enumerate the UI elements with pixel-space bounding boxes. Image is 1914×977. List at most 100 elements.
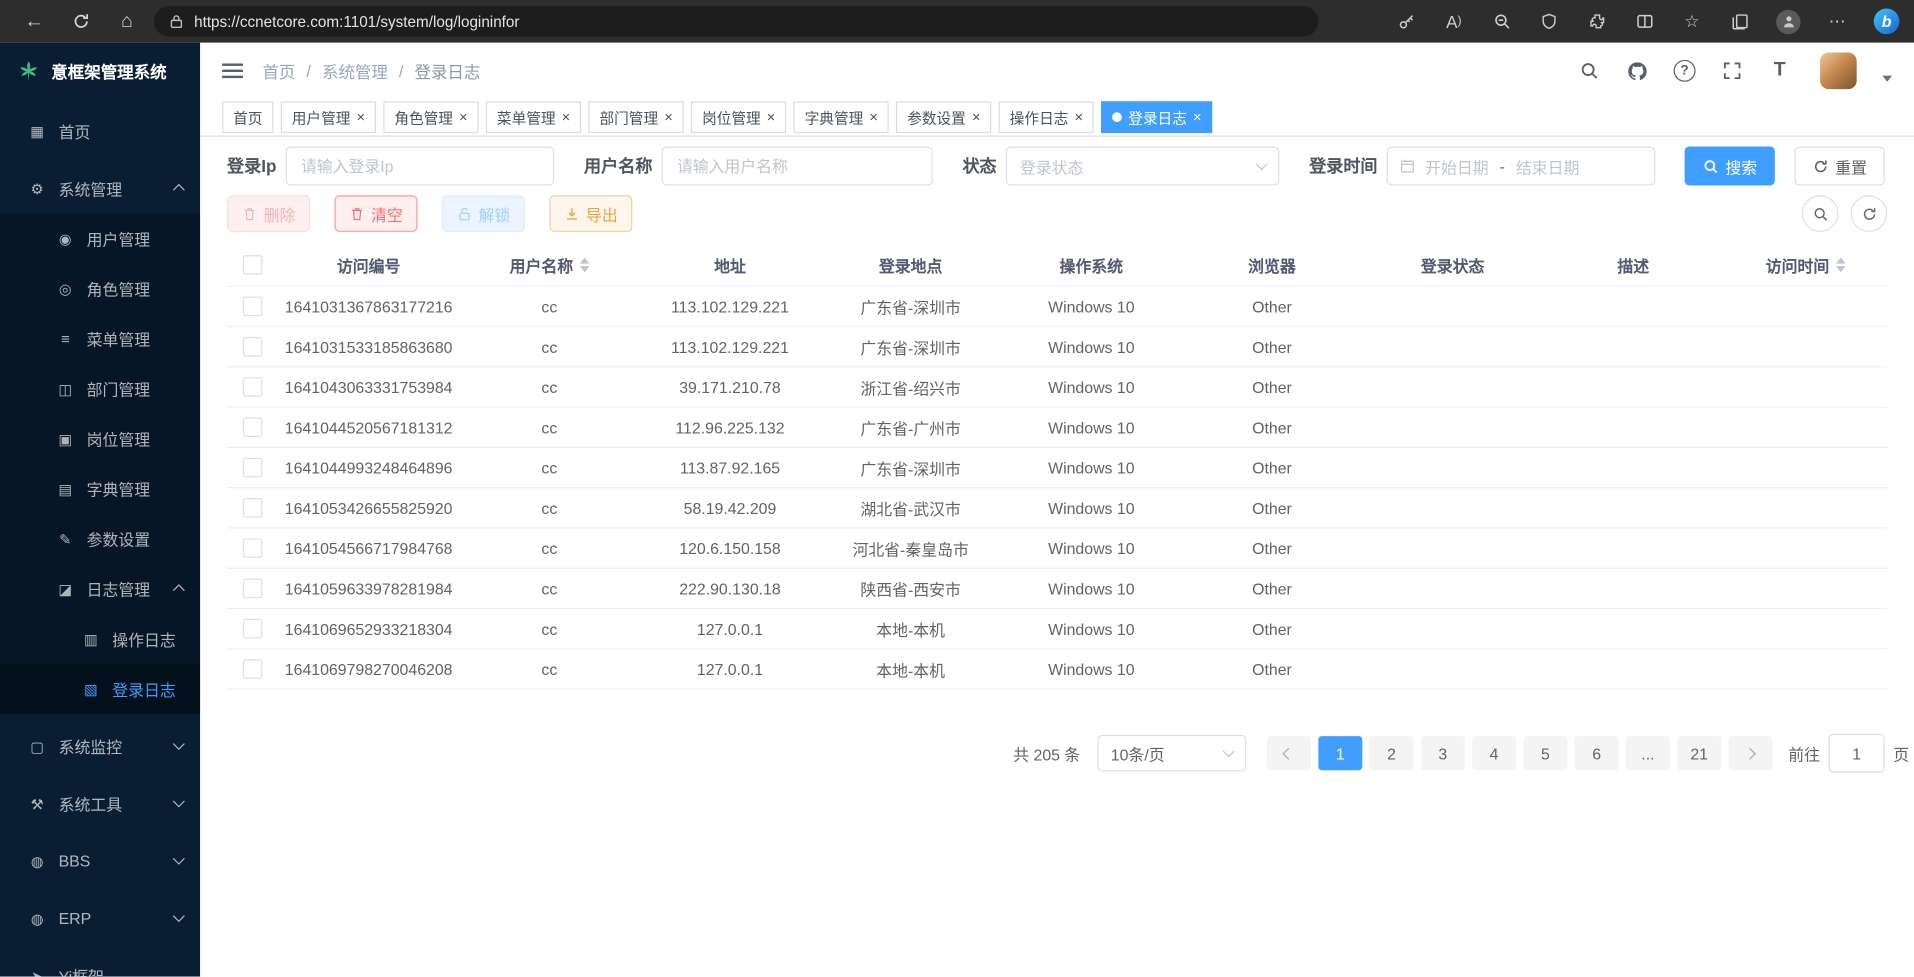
reset-button[interactable]: 重置 [1795,146,1885,185]
sidebar-item-Yi框架[interactable]: ➤Yi框架 [0,951,200,977]
sort-caret-icon[interactable] [579,258,589,273]
sidebar-item-角色管理[interactable]: ◎角色管理 [0,264,200,314]
unlock-button[interactable]: 解锁 [442,195,525,232]
column-header-user-name[interactable]: 用户名称 [459,253,640,276]
sidebar-item-字典管理[interactable]: ▤字典管理 [0,464,200,514]
github-icon[interactable] [1625,59,1649,83]
user-avatar[interactable] [1820,52,1857,89]
row-checkbox[interactable] [243,417,263,437]
browser-more-menu-icon[interactable]: ⋯ [1826,10,1848,32]
sidebar-item-ERP[interactable]: ◍ERP [0,894,200,944]
tab-close-icon[interactable]: × [356,110,365,125]
tab-close-icon[interactable]: × [869,110,878,125]
clear-button[interactable]: 清空 [334,195,417,232]
browser-profile-avatar[interactable] [1776,9,1800,33]
row-checkbox[interactable] [243,579,263,599]
page-button-3[interactable]: 3 [1421,736,1465,770]
sidebar-toggle-hamburger-icon[interactable] [222,63,243,78]
font-size-icon[interactable]: T [1768,59,1792,83]
tracking-shield-icon[interactable] [1538,10,1560,32]
status-select[interactable]: 登录状态 [1006,146,1279,185]
row-checkbox[interactable] [243,538,263,558]
delete-button[interactable]: 删除 [227,195,310,232]
goto-page-input[interactable] [1829,734,1885,773]
help-question-icon[interactable]: ? [1672,59,1696,83]
tab-角色管理[interactable]: 角色管理× [383,101,478,133]
username-input[interactable] [662,146,933,185]
sidebar-item-系统工具[interactable]: ⚒系统工具 [0,779,200,829]
split-screen-icon[interactable] [1633,10,1655,32]
next-page-button[interactable] [1728,736,1772,770]
tab-close-icon[interactable]: × [664,110,673,125]
more-pages-button[interactable]: ... [1626,736,1670,770]
sidebar-item-日志管理[interactable]: ◪日志管理 [0,564,200,614]
tab-close-icon[interactable]: × [972,110,981,125]
breadcrumb-home[interactable]: 首页 [262,59,295,83]
tab-close-icon[interactable]: × [1193,110,1202,125]
tab-岗位管理[interactable]: 岗位管理× [691,101,786,133]
browser-refresh-button[interactable] [66,7,95,36]
fullscreen-icon[interactable] [1720,59,1744,83]
row-checkbox[interactable] [243,297,263,317]
column-header-visit-time[interactable]: 访问时间 [1724,253,1888,276]
row-checkbox[interactable] [243,659,263,679]
tab-close-icon[interactable]: × [1075,110,1084,125]
login-ip-input[interactable] [286,146,555,185]
tab-操作日志[interactable]: 操作日志× [999,101,1094,133]
row-checkbox[interactable] [243,458,263,478]
row-checkbox[interactable] [243,498,263,518]
header-search-icon[interactable] [1577,59,1601,83]
zoom-out-icon[interactable] [1490,10,1512,32]
page-button-6[interactable]: 6 [1575,736,1619,770]
sidebar-item-BBS[interactable]: ◍BBS [0,836,200,886]
sidebar-item-首页[interactable]: ▦首页 [0,106,200,156]
address-bar[interactable]: https://ccnetcore.com:1101/system/log/lo… [154,6,1319,37]
app-logo[interactable]: 意框架管理系统 [0,43,200,99]
favorites-star-icon[interactable]: ☆ [1681,10,1703,32]
select-all-checkbox[interactable] [243,255,263,275]
tab-登录日志[interactable]: 登录日志× [1101,101,1212,133]
sidebar-item-用户管理[interactable]: ◉用户管理 [0,214,200,264]
sidebar-item-部门管理[interactable]: ◫部门管理 [0,364,200,414]
tab-部门管理[interactable]: 部门管理× [589,101,684,133]
page-button-2[interactable]: 2 [1370,736,1414,770]
tab-首页[interactable]: 首页 [222,101,273,133]
date-range-picker[interactable]: 开始日期 - 结束日期 [1387,146,1656,185]
search-button[interactable]: 搜索 [1685,146,1775,185]
sidebar-item-参数设置[interactable]: ✎参数设置 [0,514,200,564]
tab-参数设置[interactable]: 参数设置× [896,101,991,133]
browser-back-button[interactable]: ← [20,7,49,36]
row-checkbox[interactable] [243,337,263,357]
row-checkbox[interactable] [243,619,263,639]
tab-菜单管理[interactable]: 菜单管理× [486,101,581,133]
sidebar-item-系统管理[interactable]: ⚙系统管理 [0,164,200,214]
tab-字典管理[interactable]: 字典管理× [794,101,889,133]
row-checkbox[interactable] [243,377,263,397]
breadcrumb-system[interactable]: 系统管理 [322,59,388,83]
sort-caret-icon[interactable] [1835,258,1845,273]
show-search-toggle-button[interactable] [1802,195,1839,232]
browser-home-button[interactable]: ⌂ [112,7,141,36]
sidebar-item-菜单管理[interactable]: ≡菜单管理 [0,314,200,364]
bing-chat-icon[interactable]: b [1874,9,1900,35]
page-button-4[interactable]: 4 [1472,736,1516,770]
page-button-21[interactable]: 21 [1677,736,1721,770]
prev-page-button[interactable] [1267,736,1311,770]
read-aloud-icon[interactable]: A) [1443,10,1465,32]
tab-close-icon[interactable]: × [562,110,571,125]
sidebar-item-系统监控[interactable]: ▢系统监控 [0,721,200,771]
refresh-table-button[interactable] [1851,195,1888,232]
tab-用户管理[interactable]: 用户管理× [281,101,376,133]
tab-close-icon[interactable]: × [459,110,468,125]
collections-icon[interactable] [1729,10,1751,32]
page-button-1[interactable]: 1 [1318,736,1362,770]
password-key-icon[interactable] [1395,10,1417,32]
sidebar-item-登录日志[interactable]: ▧登录日志 [0,664,200,714]
page-size-select[interactable]: 10条/页 [1097,735,1246,772]
sidebar-item-岗位管理[interactable]: ▣岗位管理 [0,414,200,464]
tab-close-icon[interactable]: × [767,110,776,125]
extensions-puzzle-icon[interactable] [1586,10,1608,32]
page-button-5[interactable]: 5 [1523,736,1567,770]
sidebar-item-操作日志[interactable]: ▥操作日志 [0,614,200,664]
export-button[interactable]: 导出 [549,195,632,232]
